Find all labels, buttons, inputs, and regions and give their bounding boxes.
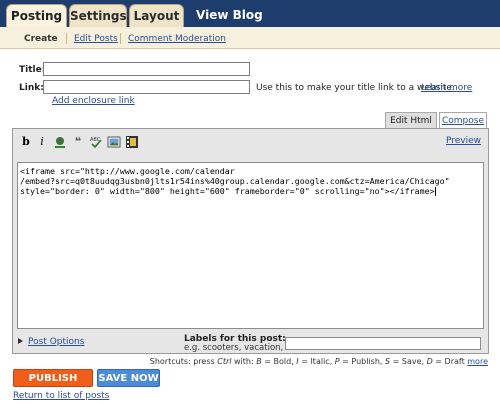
labels-input[interactable] [285,337,481,350]
labels-example: e.g. scooters, vacation, fall [184,343,299,353]
return-to-posts-link[interactable]: Return to list of posts [13,391,109,401]
shortcut-text: Shortcuts: press [149,357,218,366]
shortcut-text: = Italic, [298,357,335,366]
spellcheck-icon[interactable]: ABC [89,135,103,149]
top-nav-bar: Posting Settings Layout View Blog [0,0,500,28]
shortcut-text: = Draft [432,357,468,366]
tab-edit-html[interactable]: Edit Html [385,112,437,129]
link-input[interactable] [43,80,250,94]
subnav-divider [66,33,67,44]
save-now-button[interactable]: SAVE NOW [97,369,160,387]
publish-post-button[interactable]: PUBLISH POST [13,369,93,401]
title-input[interactable] [43,62,250,76]
sub-nav-bar: Create Edit Posts Comment Moderation [0,27,500,49]
code-line-last: style="border: 0" width="800" height="60… [20,186,481,196]
shortcut-text: = Publish, [339,357,385,366]
tab-settings[interactable]: Settings [69,4,127,27]
learn-more-link[interactable]: Learn more [421,83,472,93]
post-options-toggle[interactable]: Post Options [18,337,84,347]
insert-image-icon[interactable] [107,135,121,149]
title-label: Title: [19,65,46,75]
post-editor: b i ❝ ABC Preview <iframe src="http://ww… [12,128,489,354]
view-blog-link[interactable]: View Blog [196,8,263,22]
italic-icon[interactable]: i [35,135,49,149]
add-enclosure-link[interactable]: Add enclosure link [52,96,135,106]
blockquote-icon[interactable]: ❝ [71,135,85,149]
text-caret [434,187,436,196]
shortcuts-more-link[interactable]: more [467,357,488,366]
tab-layout[interactable]: Layout [129,4,184,27]
subnav-divider [120,33,121,44]
code-line: <iframe src="http://www.google.com/calen… [20,166,235,176]
keyboard-shortcuts-hint: Shortcuts: press Ctrl with: B = Bold, I … [150,357,488,366]
shortcut-text: = Bold, [261,357,297,366]
preview-link[interactable]: Preview [446,136,481,146]
link-label: Link: [19,83,44,93]
code-line: /embed?src=q0t8uudqg3usbn0jlts1r54ins%40… [20,176,450,186]
triangle-right-icon [18,338,23,344]
bold-icon[interactable]: b [19,135,33,149]
subnav-comment-moderation[interactable]: Comment Moderation [128,34,226,44]
subnav-create[interactable]: Create [24,34,58,44]
shortcut-text: with: [231,357,257,366]
tab-posting[interactable]: Posting [6,4,67,28]
subnav-edit-posts[interactable]: Edit Posts [74,34,118,44]
tab-compose[interactable]: Compose [439,112,487,129]
shortcut-text: = Save, [390,357,427,366]
post-options-label: Post Options [28,337,85,347]
post-body-textarea[interactable]: <iframe src="http://www.google.com/calen… [17,162,484,329]
insert-video-icon[interactable] [125,135,139,149]
font-color-icon[interactable] [53,135,67,149]
shortcut-key: Ctrl [217,357,232,366]
code-line-text: style="border: 0" width="800" height="60… [20,186,435,196]
